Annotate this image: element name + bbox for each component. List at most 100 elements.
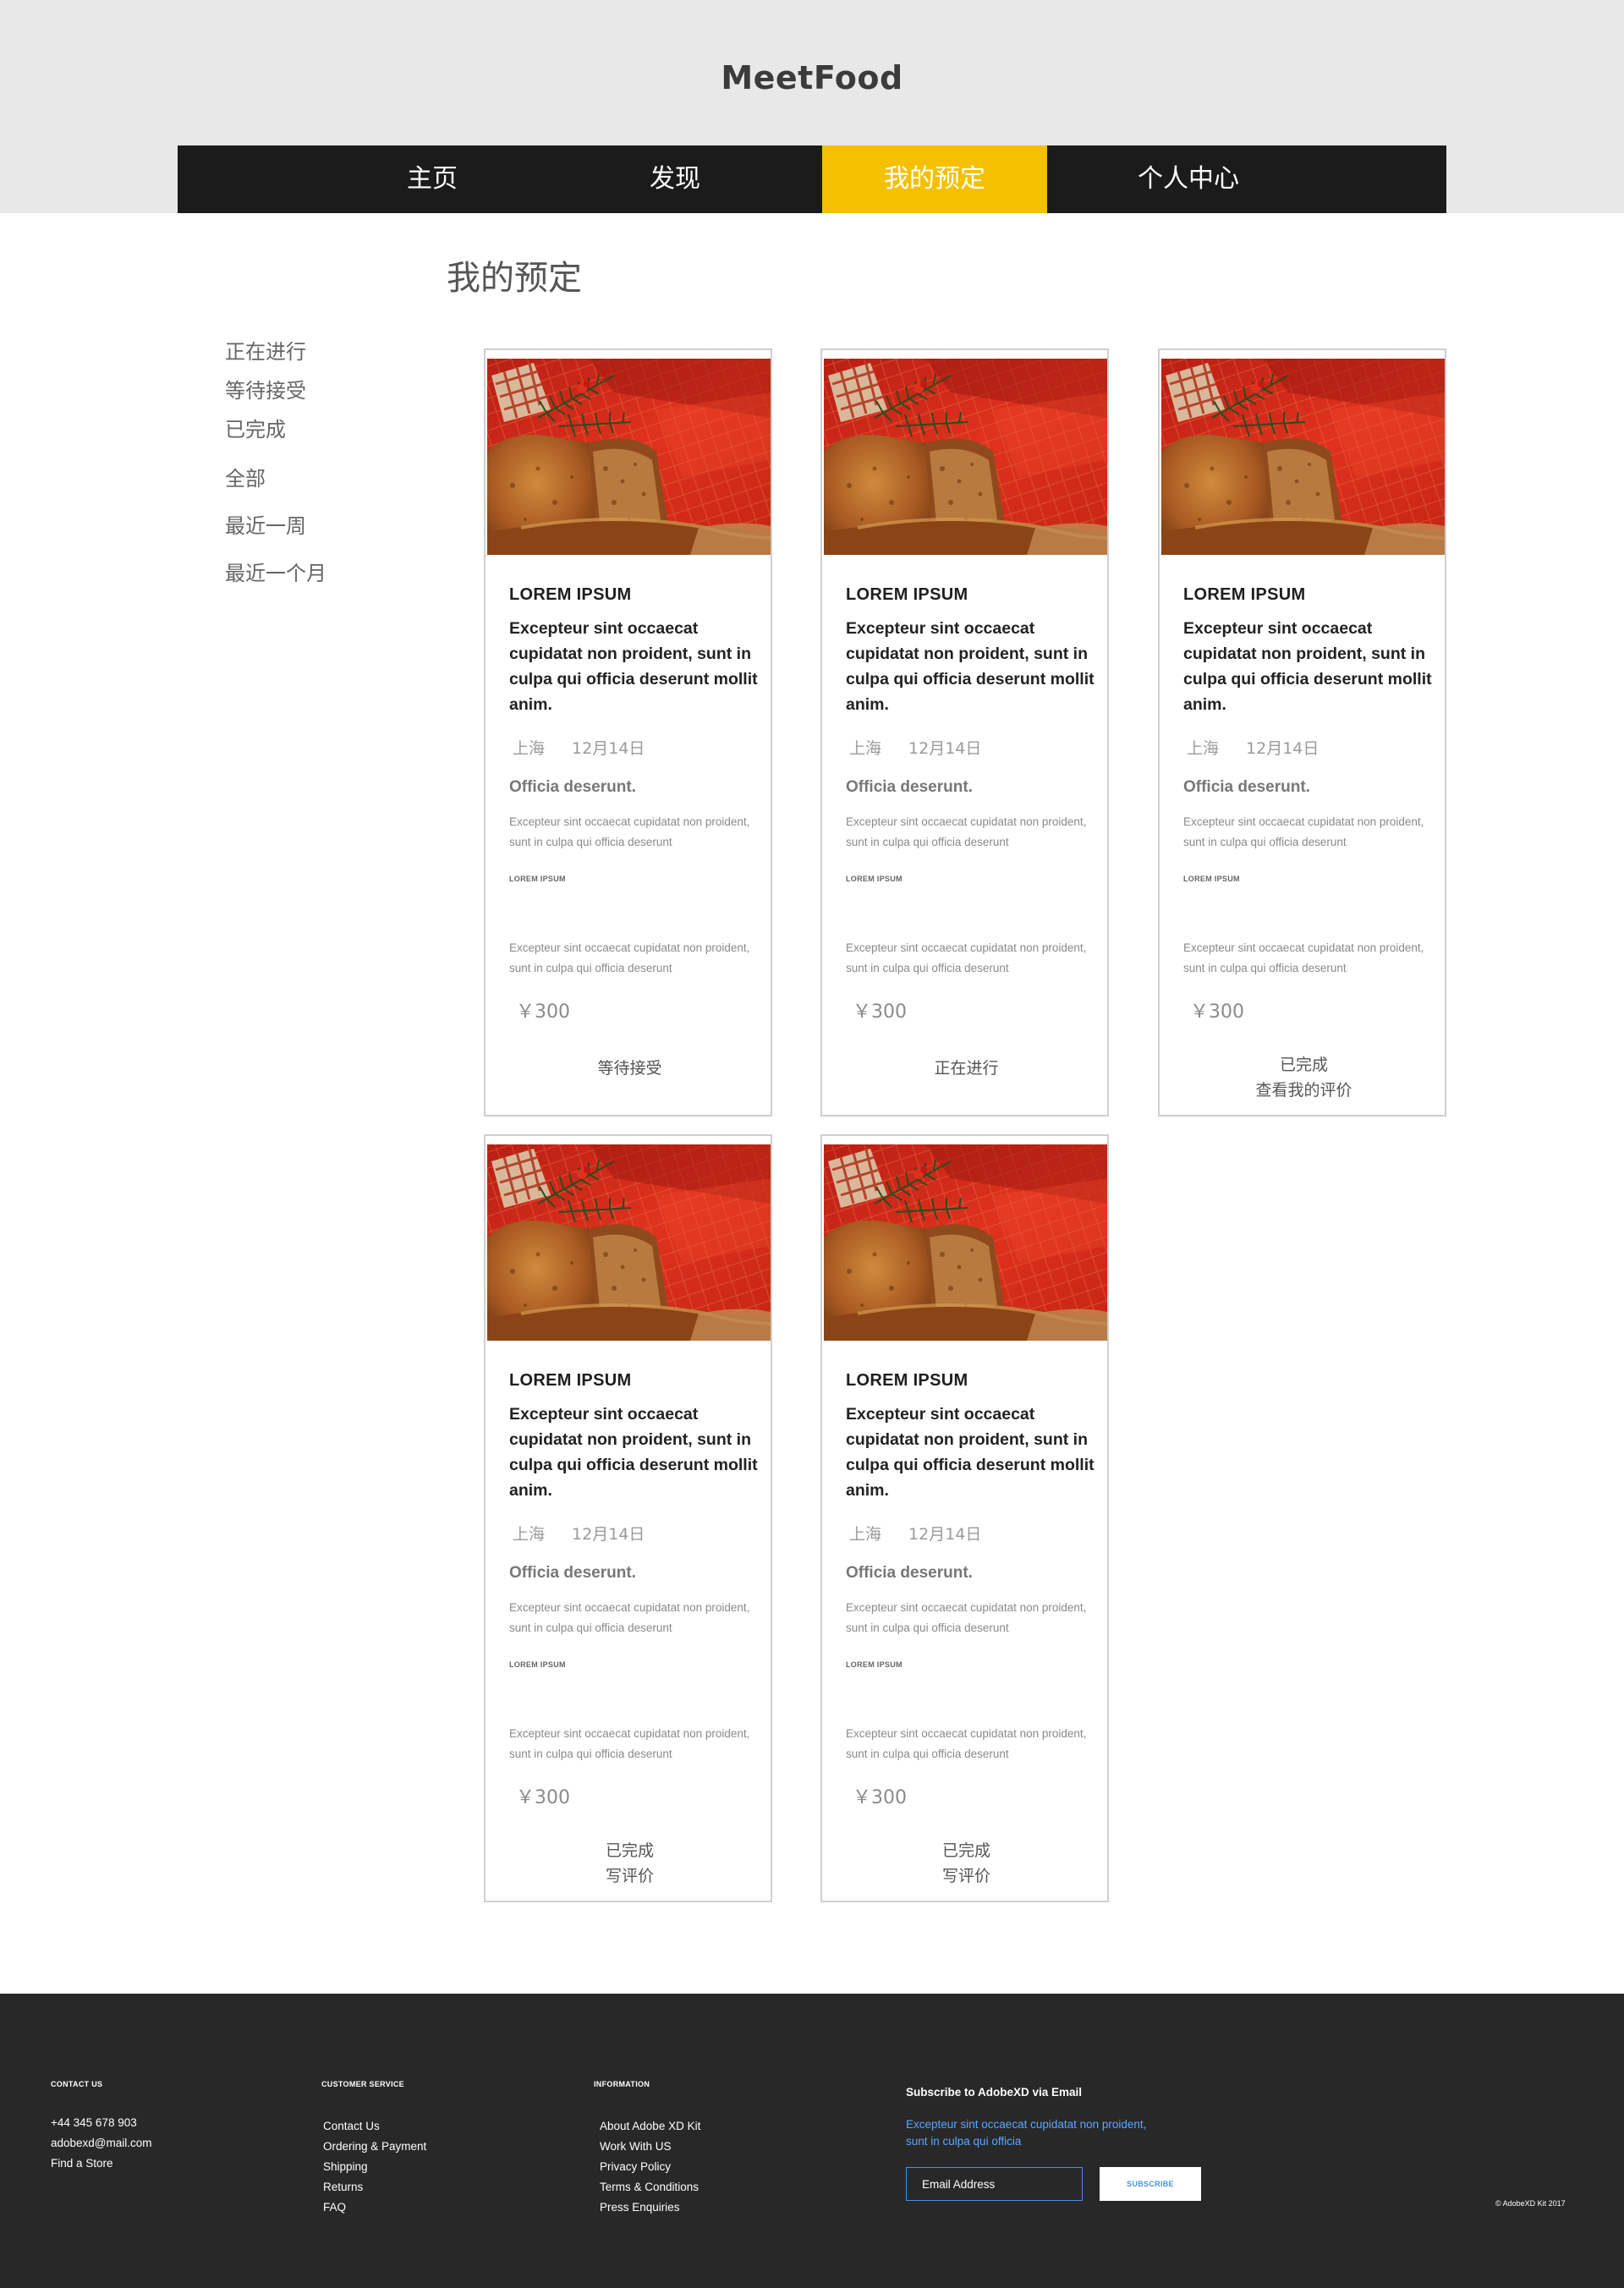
card-status-line1[interactable]: 已完成 (486, 1838, 774, 1863)
nav-item-profile[interactable]: 个人中心 (1104, 145, 1273, 213)
reservation-card[interactable]: LOREM IPSUM Excepteur sint occaecat cupi… (484, 1134, 772, 1902)
card-price: ￥300 (1190, 1001, 1244, 1023)
card-meta: 上海 12月14日 (849, 736, 981, 759)
footer-link-shipping[interactable]: Shipping (323, 2160, 368, 2173)
card-status-line1[interactable]: 已完成 (1160, 1052, 1448, 1078)
card-price: ￥300 (516, 1001, 570, 1023)
card-body-text: Excepteur sint occaecat cupidatat non pr… (509, 1601, 750, 1634)
subscribe-title: Subscribe to AdobeXD via Email (906, 2086, 1083, 2099)
nav-item-discover[interactable]: 发现 (616, 145, 734, 213)
card-price: ￥300 (516, 1787, 570, 1808)
brand-logo[interactable]: MeetFood (0, 59, 1624, 96)
card-status-action[interactable]: 已完成 写评价 (822, 1838, 1111, 1889)
food-photo-image (487, 1144, 771, 1341)
main-nav: 主页 发现 我的预定 个人中心 (178, 145, 1446, 213)
card-price: ￥300 (853, 1787, 907, 1808)
site-footer (0, 1994, 1624, 2288)
card-body-text-2: Excepteur sint occaecat cupidatat non pr… (1183, 941, 1424, 974)
card-date: 12月14日 (572, 1525, 645, 1544)
subscribe-text: Excepteur sint occaecat cupidatat non pr… (906, 2118, 1147, 2148)
card-title: LOREM IPSUM (509, 585, 632, 604)
card-title: LOREM IPSUM (846, 1371, 968, 1390)
card-status-line2[interactable]: 查看我的评价 (1160, 1078, 1448, 1103)
food-photo-image (824, 359, 1107, 555)
nav-item-home[interactable]: 主页 (373, 145, 491, 213)
filter-last-week[interactable]: 最近一周 (225, 509, 306, 539)
card-meta: 上海 12月14日 (513, 736, 645, 759)
filter-pending[interactable]: 等待接受 (225, 374, 306, 403)
card-body-text: Excepteur sint occaecat cupidatat non pr… (846, 815, 1087, 848)
card-small-label: LOREM IPSUM (509, 875, 566, 883)
card-subtitle: Officia deserunt. (846, 778, 973, 796)
card-body-text-2: Excepteur sint occaecat cupidatat non pr… (509, 1727, 750, 1760)
filter-completed[interactable]: 已完成 (225, 413, 286, 442)
food-photo-image (1161, 359, 1445, 555)
card-status-line1[interactable]: 等待接受 (486, 1056, 774, 1081)
footer-link-returns[interactable]: Returns (323, 2181, 363, 2193)
footer-link-contact[interactable]: Contact Us (323, 2120, 380, 2132)
card-city: 上海 (513, 739, 546, 758)
footer-link-about[interactable]: About Adobe XD Kit (600, 2120, 700, 2132)
card-status-line2[interactable]: 写评价 (822, 1863, 1111, 1889)
footer-link-terms[interactable]: Terms & Conditions (600, 2181, 699, 2193)
card-description: Excepteur sint occaecat cupidatat non pr… (1183, 619, 1432, 714)
nav-item-my-reservations[interactable]: 我的预定 (822, 145, 1047, 213)
filter-in-progress[interactable]: 正在进行 (225, 335, 306, 365)
card-status-action[interactable]: 已完成 写评价 (486, 1838, 774, 1889)
footer-info-title: INFORMATION (594, 2080, 650, 2088)
footer-link-press[interactable]: Press Enquiries (600, 2201, 680, 2214)
card-body-text: Excepteur sint occaecat cupidatat non pr… (846, 1601, 1087, 1634)
subscribe-email-input[interactable] (906, 2167, 1083, 2201)
card-status-action[interactable]: 正在进行 (822, 1056, 1111, 1081)
footer-link-ordering[interactable]: Ordering & Payment (323, 2140, 426, 2153)
subscribe-button[interactable]: SUBSCRIBE (1100, 2167, 1201, 2201)
card-title: LOREM IPSUM (1183, 585, 1306, 604)
card-body-text: Excepteur sint occaecat cupidatat non pr… (509, 815, 750, 848)
reservation-card[interactable]: LOREM IPSUM Excepteur sint occaecat cupi… (1158, 348, 1446, 1117)
reservation-card[interactable]: LOREM IPSUM Excepteur sint occaecat cupi… (820, 1134, 1109, 1902)
footer-link-privacy[interactable]: Privacy Policy (600, 2160, 671, 2173)
card-meta: 上海 12月14日 (1187, 736, 1319, 759)
card-date: 12月14日 (908, 739, 982, 758)
card-description: Excepteur sint occaecat cupidatat non pr… (509, 1405, 758, 1500)
food-photo-image (824, 1144, 1107, 1341)
card-status-line1[interactable]: 正在进行 (822, 1056, 1111, 1081)
card-city: 上海 (849, 1525, 882, 1544)
card-city: 上海 (513, 1525, 546, 1544)
food-photo (487, 1144, 771, 1341)
food-photo (1161, 359, 1445, 555)
card-body-text: Excepteur sint occaecat cupidatat non pr… (1183, 815, 1424, 848)
food-photo-image (487, 359, 771, 555)
footer-find-store[interactable]: Find a Store (51, 2157, 113, 2170)
copyright-text: © AdobeXD Kit 2017 (1495, 2199, 1566, 2208)
card-description: Excepteur sint occaecat cupidatat non pr… (509, 619, 758, 714)
card-status-action[interactable]: 等待接受 (486, 1056, 774, 1081)
card-date: 12月14日 (572, 739, 645, 758)
card-subtitle: Officia deserunt. (509, 778, 636, 796)
card-date: 12月14日 (1246, 739, 1320, 758)
food-photo (487, 359, 771, 555)
footer-link-faq[interactable]: FAQ (323, 2201, 346, 2214)
card-body-text-2: Excepteur sint occaecat cupidatat non pr… (846, 1727, 1087, 1760)
card-status-line2[interactable]: 写评价 (486, 1863, 774, 1889)
card-status-line1[interactable]: 已完成 (822, 1838, 1111, 1863)
reservation-card[interactable]: LOREM IPSUM Excepteur sint occaecat cupi… (484, 348, 772, 1117)
card-description: Excepteur sint occaecat cupidatat non pr… (846, 619, 1095, 714)
footer-link-work[interactable]: Work With US (600, 2140, 672, 2153)
card-date: 12月14日 (908, 1525, 982, 1544)
filter-all[interactable]: 全部 (225, 462, 266, 491)
footer-email[interactable]: adobexd@mail.com (51, 2137, 152, 2149)
card-title: LOREM IPSUM (509, 1371, 632, 1390)
card-small-label: LOREM IPSUM (846, 875, 903, 883)
page-title: 我的预定 (447, 259, 582, 298)
filter-last-month[interactable]: 最近一个月 (225, 557, 326, 586)
card-subtitle: Officia deserunt. (846, 1564, 973, 1582)
reservation-card[interactable]: LOREM IPSUM Excepteur sint occaecat cupi… (820, 348, 1109, 1117)
food-photo (824, 1144, 1107, 1341)
card-meta: 上海 12月14日 (513, 1522, 645, 1545)
card-subtitle: Officia deserunt. (509, 1564, 636, 1582)
card-description: Excepteur sint occaecat cupidatat non pr… (846, 1405, 1095, 1500)
card-status-action[interactable]: 已完成 查看我的评价 (1160, 1052, 1448, 1103)
card-meta: 上海 12月14日 (849, 1522, 981, 1545)
footer-phone[interactable]: +44 345 678 903 (51, 2116, 137, 2129)
